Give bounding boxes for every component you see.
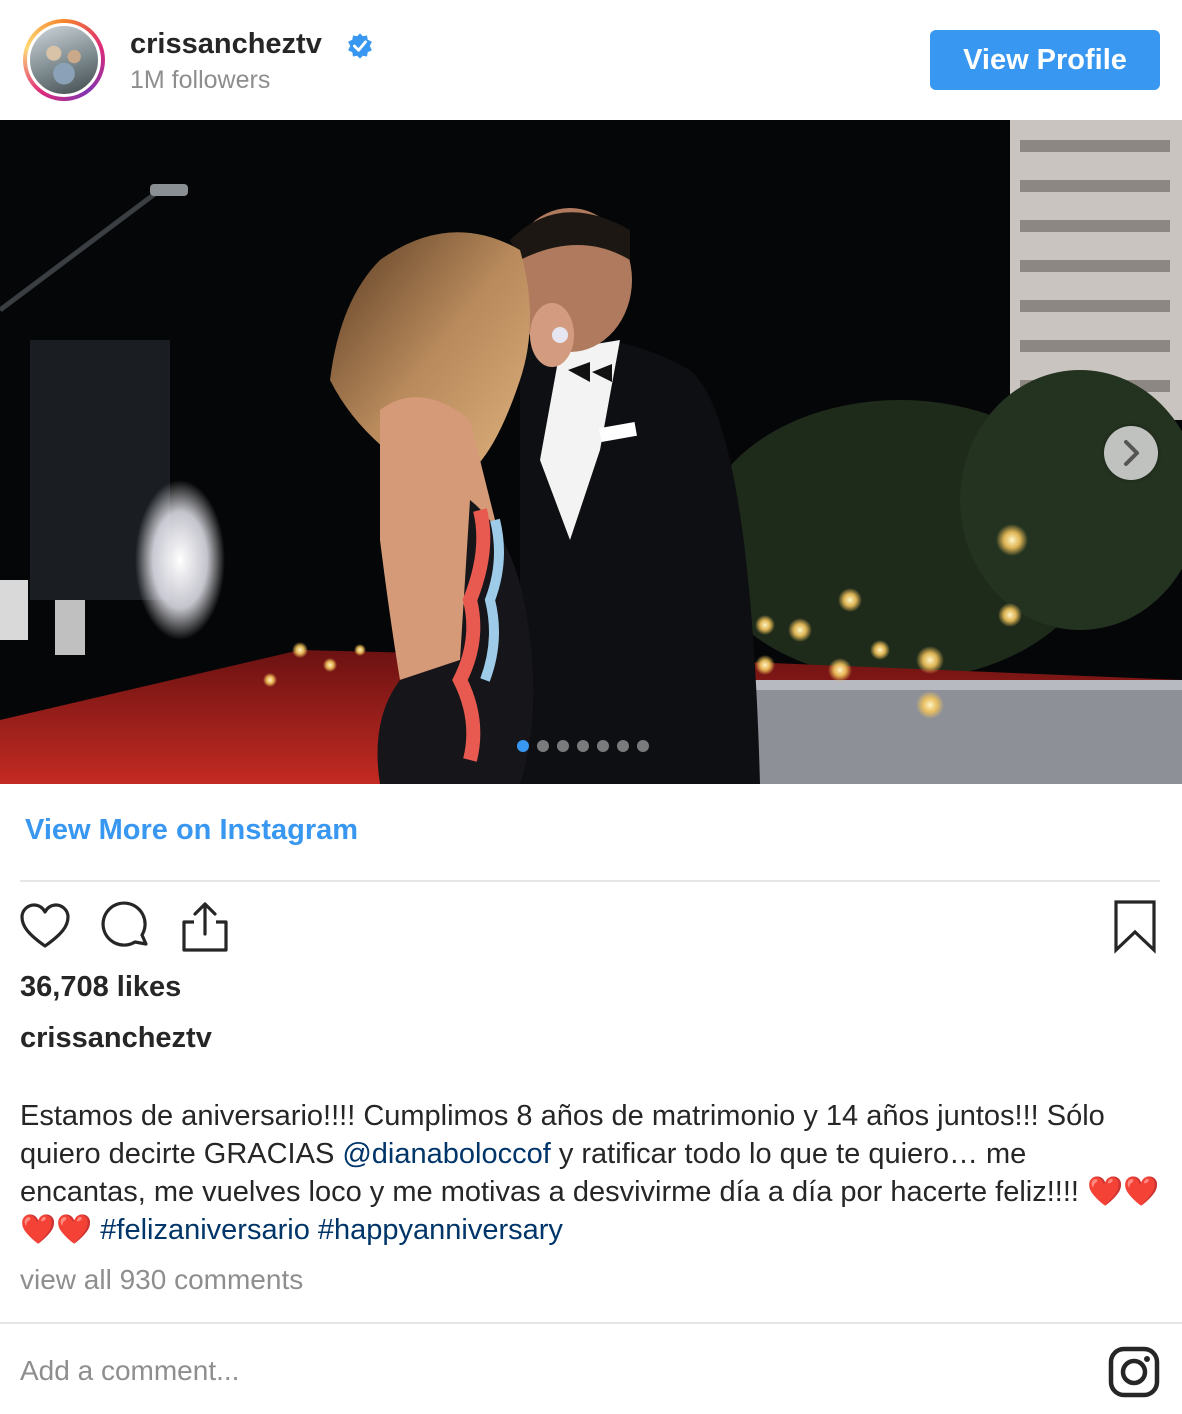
carousel-dot[interactable] <box>617 740 629 752</box>
carousel-dot[interactable] <box>557 740 569 752</box>
carousel-dot[interactable] <box>577 740 589 752</box>
post-photo[interactable] <box>0 120 1182 784</box>
carousel-indicators <box>517 740 649 754</box>
carousel-dot[interactable] <box>597 740 609 752</box>
heart-icon[interactable] <box>18 900 72 954</box>
instagram-logo-icon[interactable] <box>1108 1346 1160 1398</box>
comment-bubble-icon[interactable] <box>100 900 154 954</box>
avatar[interactable] <box>23 19 105 101</box>
follower-count: 1M followers <box>130 66 271 94</box>
like-count[interactable]: 36,708 likes <box>20 971 181 1004</box>
username[interactable]: crissancheztv <box>130 28 322 61</box>
bookmark-icon[interactable] <box>1108 900 1162 954</box>
carousel-next-button[interactable] <box>1104 426 1158 480</box>
chevron-right-icon <box>1124 440 1139 466</box>
hashtag-link[interactable]: #felizaniversario <box>100 1214 310 1246</box>
post-header: crissancheztv 1M followers View Profile <box>0 0 1182 120</box>
verified-badge-icon <box>348 33 372 59</box>
hashtag-link[interactable]: #happyanniversary <box>318 1214 563 1246</box>
photo-scene <box>0 120 1182 784</box>
post-caption: Estamos de aniversario!!!! Cumplimos 8 a… <box>20 1097 1160 1249</box>
share-icon[interactable] <box>178 900 232 954</box>
comment-input[interactable]: Add a comment... <box>20 1355 239 1387</box>
caption-username[interactable]: crissancheztv <box>20 1022 212 1055</box>
carousel-dot[interactable] <box>537 740 549 752</box>
divider <box>20 880 1160 882</box>
view-comments-link[interactable]: view all 930 comments <box>20 1264 303 1296</box>
divider <box>0 1322 1182 1324</box>
carousel-dot[interactable] <box>517 740 529 752</box>
avatar-image <box>27 23 101 97</box>
action-bar <box>0 896 1182 956</box>
view-more-link[interactable]: View More on Instagram <box>25 814 358 847</box>
mention-link[interactable]: @dianaboloccof <box>342 1138 550 1170</box>
view-profile-button[interactable]: View Profile <box>930 30 1160 90</box>
carousel-dot[interactable] <box>637 740 649 752</box>
